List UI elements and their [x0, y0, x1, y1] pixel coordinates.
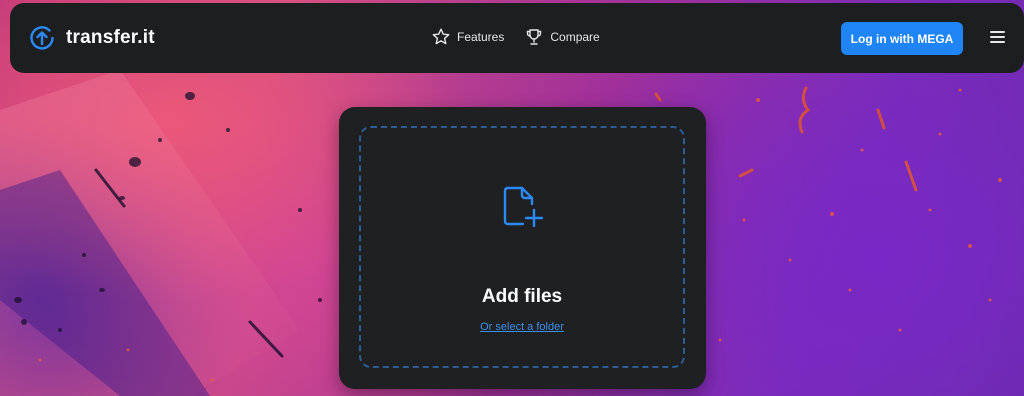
top-navbar: transfer.it Features Compare Log in with… — [10, 3, 1024, 73]
upload-arrow-circle-icon — [30, 26, 54, 50]
select-folder-link[interactable]: Or select a folder — [361, 321, 683, 333]
main-nav: Features Compare — [431, 27, 600, 47]
file-plus-icon — [503, 186, 544, 228]
nav-features-label: Features — [457, 30, 505, 44]
brand-name: transfer.it — [66, 27, 155, 48]
brand-home-link[interactable]: transfer.it — [28, 24, 155, 52]
hamburger-menu-icon[interactable] — [990, 29, 1006, 45]
trophy-icon — [527, 29, 542, 45]
nav-features-link[interactable]: Features — [431, 27, 504, 47]
nav-compare-link[interactable]: Compare — [524, 27, 600, 47]
star-icon — [432, 28, 450, 45]
login-with-mega-button[interactable]: Log in with MEGA — [841, 22, 963, 55]
add-files-title: Add files — [481, 286, 563, 307]
upload-card: Add files Or select a folder — [339, 107, 706, 389]
nav-compare-label: Compare — [550, 30, 600, 44]
file-drop-zone[interactable]: Add files Or select a folder — [359, 126, 685, 368]
